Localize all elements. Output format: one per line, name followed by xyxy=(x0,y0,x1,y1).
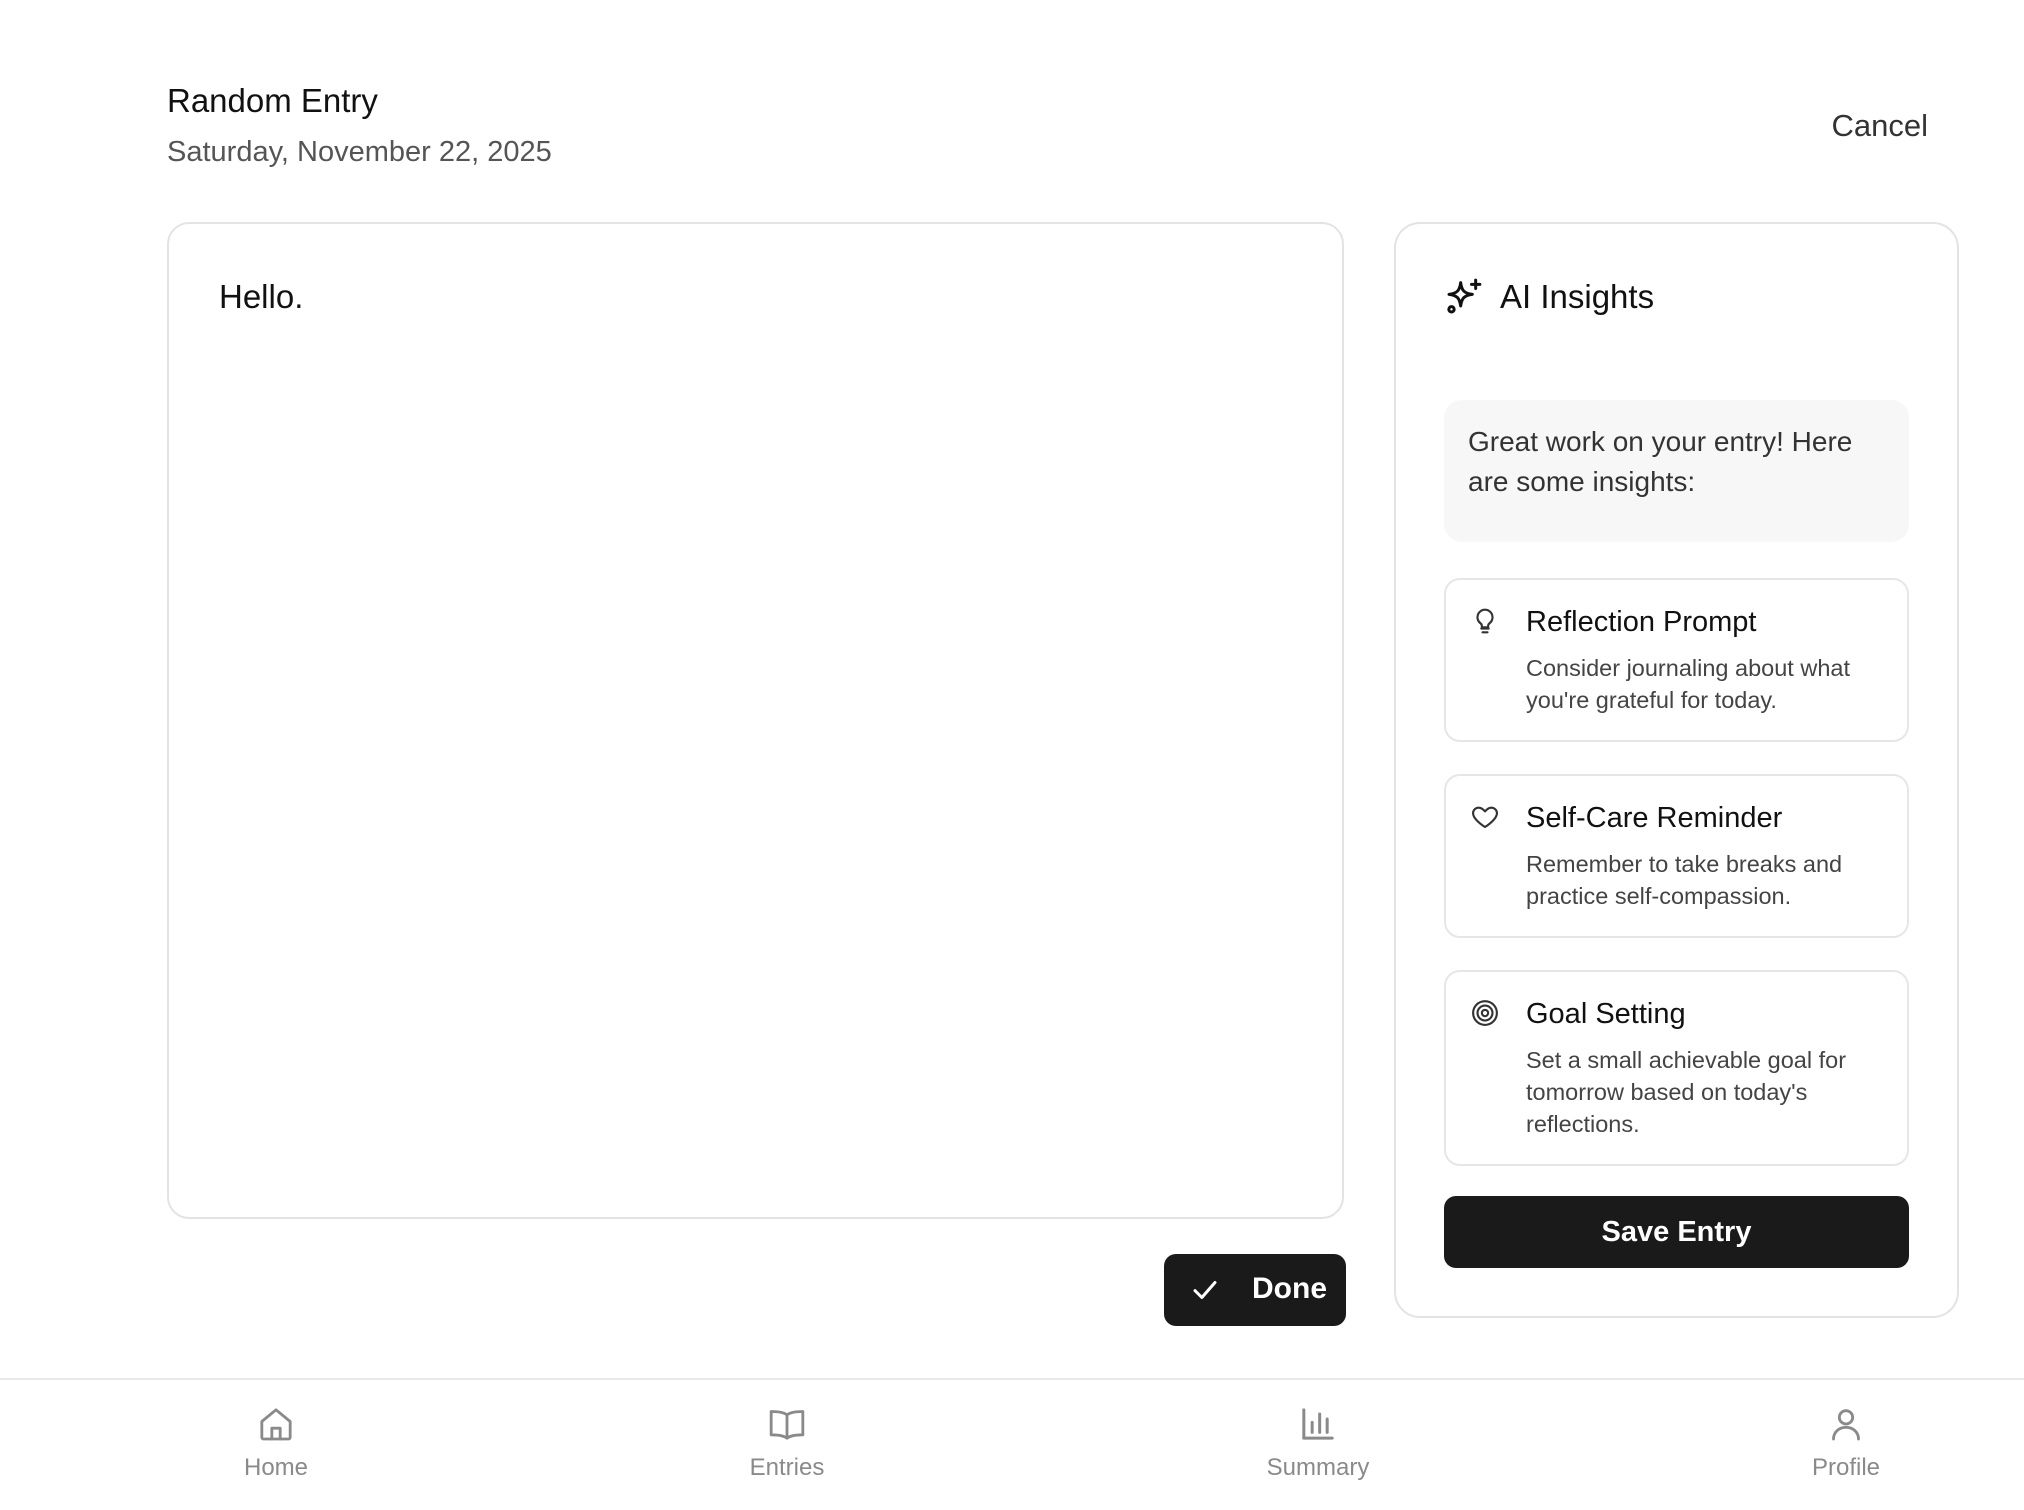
insight-card-body: Remember to take breaks and practice sel… xyxy=(1526,851,1843,909)
tab-label: Home xyxy=(243,1454,309,1481)
insight-card-body: Set a small achievable goal for tomorrow… xyxy=(1526,1047,1847,1137)
tab-label: Profile xyxy=(1811,1454,1881,1481)
book-open-icon xyxy=(769,1410,805,1440)
entry-editor[interactable]: Hello. xyxy=(167,222,1344,1219)
sparkles-icon xyxy=(1447,278,1482,314)
done-button[interactable]: Done xyxy=(1164,1254,1346,1326)
tab-entries[interactable]: Entries xyxy=(707,1380,867,1510)
tab-label: Summary xyxy=(1266,1454,1370,1481)
lightbulb-icon xyxy=(1476,608,1494,634)
target-icon xyxy=(1472,1000,1498,1026)
panel-title: AI Insights xyxy=(1500,278,1655,315)
insight-card-title: Reflection Prompt xyxy=(1526,606,1757,638)
insight-card-reflection: Reflection Prompt Consider journaling ab… xyxy=(1444,578,1909,742)
save-entry-button[interactable]: Save Entry xyxy=(1444,1196,1909,1268)
done-button-label: Done xyxy=(1252,1272,1327,1305)
bottom-tab-bar: Home Entries Summary Profile xyxy=(0,1378,2024,1508)
entry-text[interactable]: Hello. xyxy=(219,278,303,316)
entry-date: Saturday, November 22, 2025 xyxy=(167,136,552,168)
tab-label: Entries xyxy=(749,1454,825,1481)
insight-card-title: Self-Care Reminder xyxy=(1526,802,1783,834)
tab-profile[interactable]: Profile xyxy=(1766,1380,1926,1510)
insight-card-body: Consider journaling about what you're gr… xyxy=(1526,655,1850,713)
tab-summary[interactable]: Summary xyxy=(1238,1380,1398,1510)
insight-card-self-care: Self-Care Reminder Remember to take brea… xyxy=(1444,774,1909,938)
cancel-button[interactable]: Cancel xyxy=(1832,108,1929,144)
insights-intro: Great work on your entry! Here are some … xyxy=(1444,400,1909,542)
heart-icon xyxy=(1472,806,1498,829)
insight-card-goal-setting: Goal Setting Set a small achievable goal… xyxy=(1444,970,1909,1166)
check-icon xyxy=(1193,1281,1217,1299)
insight-card-title: Goal Setting xyxy=(1526,998,1686,1030)
bar-chart-icon xyxy=(1302,1408,1334,1440)
ai-insights-panel: AI Insights Great work on your entry! He… xyxy=(1394,222,1959,1318)
tab-home[interactable]: Home xyxy=(196,1380,356,1510)
home-icon xyxy=(260,1408,292,1441)
user-icon xyxy=(1832,1409,1860,1441)
page-title: Random Entry xyxy=(167,82,378,119)
